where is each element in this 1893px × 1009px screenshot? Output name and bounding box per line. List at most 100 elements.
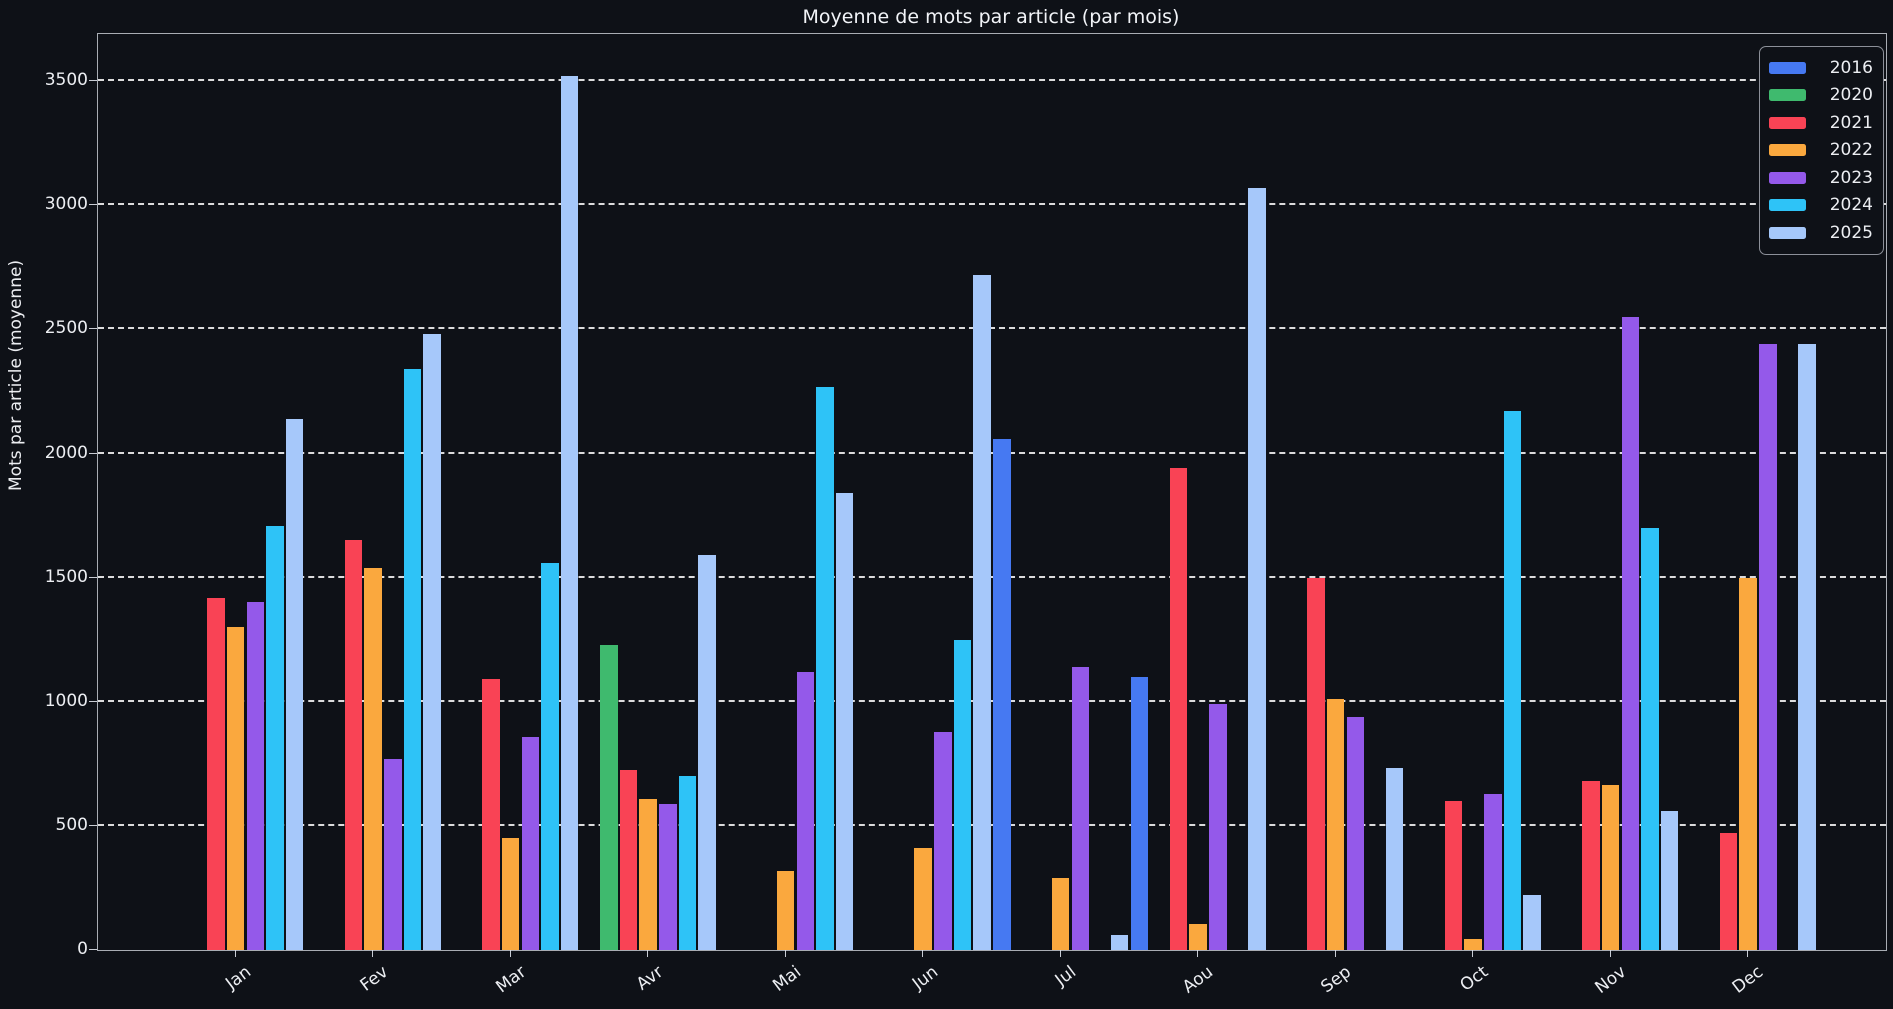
ytick-mark-3000 xyxy=(89,204,97,206)
bar-2022-mar xyxy=(501,838,520,950)
bar-slot-2021-avr xyxy=(619,34,639,950)
bar-slot-2016-mai xyxy=(717,34,737,950)
bar-slot-2016-sep xyxy=(1267,34,1287,950)
xtick-label-jul: Jul xyxy=(1051,962,1080,991)
bar-2020-avr xyxy=(600,644,618,950)
bar-2023-sep xyxy=(1346,716,1365,950)
bar-2025-dec xyxy=(1798,344,1816,950)
ytick-mark-1500 xyxy=(89,576,97,578)
bar-2023-mai xyxy=(796,671,815,950)
bar-slot-2022-fev xyxy=(363,34,383,950)
bar-2021-nov xyxy=(1582,781,1600,950)
chart-title: Moyenne de mots par article (par mois) xyxy=(802,6,1180,28)
bar-slot-2023-jun xyxy=(933,34,953,950)
bar-group-sep xyxy=(1267,34,1405,950)
ytick-label-2500: 2500 xyxy=(44,318,88,339)
bar-slot-2024-sep xyxy=(1365,34,1385,950)
bar-2022-sep xyxy=(1326,699,1345,950)
bar-2024-fev xyxy=(403,369,422,950)
plot-area xyxy=(97,33,1887,951)
bar-2022-nov xyxy=(1601,784,1620,950)
bar-slot-2023-jan xyxy=(246,34,266,950)
bar-slot-2021-dec xyxy=(1719,34,1739,950)
bar-slot-2025-jan xyxy=(285,34,305,950)
bar-slot-2020-mai xyxy=(737,34,757,950)
bar-2025-jan xyxy=(285,418,304,950)
xtick-label-jan: Jan xyxy=(221,962,255,994)
xtick-label-avr: Avr xyxy=(633,962,668,995)
bar-2025-oct xyxy=(1523,895,1541,950)
xtick-label-sep: Sep xyxy=(1317,962,1355,998)
bar-slot-2022-jun xyxy=(913,34,933,950)
bar-slot-2022-dec xyxy=(1738,34,1758,950)
bar-slot-2024-aou xyxy=(1228,34,1248,950)
bar-2023-jun xyxy=(934,731,952,950)
legend-entry-2022: 2022 xyxy=(1769,137,1873,165)
legend-swatch-2020 xyxy=(1769,89,1806,102)
bar-2021-avr xyxy=(619,770,638,950)
bar-group-jan xyxy=(167,34,305,950)
bar-slot-2016-jun xyxy=(855,34,875,950)
bar-2025-avr xyxy=(698,555,716,950)
bar-2025-fev xyxy=(423,334,441,950)
bar-2024-jan xyxy=(266,525,284,950)
bar-slot-2020-aou xyxy=(1149,34,1169,950)
bar-slot-2025-avr xyxy=(697,34,717,950)
bar-slot-2024-jan xyxy=(265,34,285,950)
bar-slot-2016-aou xyxy=(1130,34,1150,950)
legend-swatch-2021 xyxy=(1769,116,1806,129)
bar-slot-2021-nov xyxy=(1581,34,1601,950)
ytick-label-3500: 3500 xyxy=(44,70,88,91)
bar-slot-2020-jul xyxy=(1012,34,1032,950)
bar-slot-2021-sep xyxy=(1306,34,1326,950)
bar-2025-aou xyxy=(1248,187,1266,950)
bar-2021-oct xyxy=(1444,801,1463,950)
bar-2022-aou xyxy=(1189,923,1207,950)
legend-swatch-2024 xyxy=(1769,199,1806,212)
bar-group-nov xyxy=(1542,34,1680,950)
xtick-label-oct: Oct xyxy=(1456,962,1493,996)
bar-2023-aou xyxy=(1209,704,1227,950)
bar-2022-jun xyxy=(914,848,932,950)
bar-slot-2021-jul xyxy=(1031,34,1051,950)
bar-slot-2025-sep xyxy=(1385,34,1405,950)
legend-swatch-2022 xyxy=(1769,144,1806,157)
bar-slot-2020-jan xyxy=(187,34,207,950)
bar-slot-2022-nov xyxy=(1601,34,1621,950)
bar-2023-dec xyxy=(1759,344,1777,950)
bar-slot-2025-mar xyxy=(560,34,580,950)
bar-slot-2016-jan xyxy=(167,34,187,950)
bar-slot-2022-jan xyxy=(226,34,246,950)
legend-entry-2024: 2024 xyxy=(1769,192,1873,220)
bar-slot-2022-sep xyxy=(1326,34,1346,950)
xtick-label-aou: Aou xyxy=(1179,962,1218,998)
legend-entry-2025: 2025 xyxy=(1769,219,1873,247)
ytick-label-1500: 1500 xyxy=(44,566,88,587)
xtick-mark-sep xyxy=(1334,950,1336,957)
bar-group-jul xyxy=(992,34,1130,950)
bar-2022-dec xyxy=(1739,577,1757,950)
bar-slot-2021-mai xyxy=(756,34,776,950)
bar-slot-2016-mar xyxy=(442,34,462,950)
bar-slot-2022-aou xyxy=(1188,34,1208,950)
bar-slot-2024-jul xyxy=(1090,34,1110,950)
legend-swatch-2016 xyxy=(1769,61,1806,74)
bar-group-avr xyxy=(580,34,718,950)
legend-entry-2023: 2023 xyxy=(1769,164,1873,192)
bar-2023-avr xyxy=(659,803,677,950)
bar-chart-figure: Moyenne de mots par article (par mois) M… xyxy=(0,0,1893,1009)
bar-2024-mar xyxy=(541,562,559,950)
legend-label-2021: 2021 xyxy=(1829,112,1873,133)
xtick-mark-dec xyxy=(1747,950,1749,957)
bar-group-aou xyxy=(1130,34,1268,950)
bar-2023-jul xyxy=(1071,667,1090,950)
bar-groups xyxy=(98,34,1886,950)
legend-label-2022: 2022 xyxy=(1829,140,1873,161)
xtick-mark-mar xyxy=(509,950,511,957)
bar-2021-dec xyxy=(1719,833,1738,950)
bar-slot-2020-dec xyxy=(1699,34,1719,950)
bar-slot-2022-mar xyxy=(501,34,521,950)
legend-entry-2020: 2020 xyxy=(1769,82,1873,110)
bar-slot-2025-oct xyxy=(1522,34,1542,950)
xtick-mark-fev xyxy=(372,950,374,957)
